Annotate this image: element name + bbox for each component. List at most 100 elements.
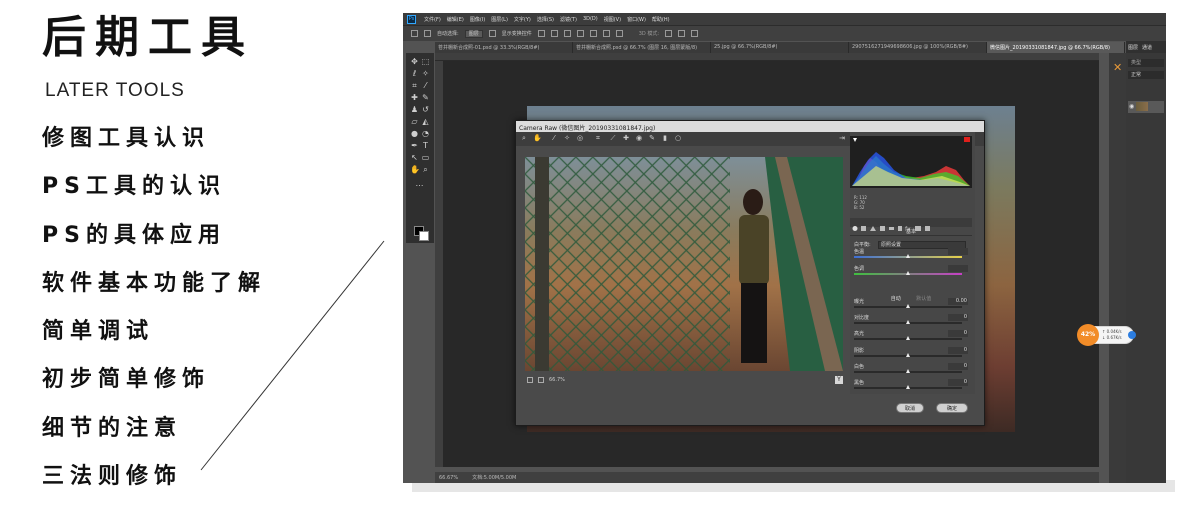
open-preferences-icon[interactable]: ⇥: [838, 134, 846, 142]
radial-filter-icon[interactable]: ○: [674, 134, 682, 142]
target-adjustment-icon[interactable]: ◎: [576, 134, 584, 142]
eyedropper-tool-icon[interactable]: ⁄: [421, 81, 430, 90]
document-tab[interactable]: 2907516271949698606.jpg @ 100%(RGB/8#): [849, 42, 987, 53]
pen-tool-icon[interactable]: ✒: [410, 141, 419, 150]
hand-tool-icon[interactable]: ✋: [410, 165, 420, 174]
slider-label: 色温: [854, 249, 865, 255]
slider-thumb[interactable]: [906, 271, 910, 275]
distribute-icon[interactable]: [615, 30, 623, 37]
menu-type[interactable]: 文字(Y): [514, 16, 531, 23]
slider-value-input[interactable]: [948, 248, 968, 255]
blend-mode-select[interactable]: 正常: [1128, 71, 1164, 79]
slider-row: 色温: [854, 248, 970, 260]
slider-thumb[interactable]: [906, 336, 910, 340]
menu-image[interactable]: 图像(I): [470, 16, 485, 23]
network-speed-widget[interactable]: 42% ↑ 0.04K/s ↓ 0.67K/s: [1077, 324, 1137, 346]
eraser-tool-icon[interactable]: ▱: [410, 117, 419, 126]
slider-value-input[interactable]: 0: [948, 314, 968, 321]
white-balance-icon[interactable]: ⁄: [550, 134, 558, 142]
slider-value-input[interactable]: 0: [948, 347, 968, 354]
color-sampler-icon[interactable]: ✧: [563, 134, 571, 142]
tools-cross-icon[interactable]: ✕: [1113, 61, 1122, 74]
menu-select[interactable]: 选择(S): [537, 16, 554, 23]
align-center-icon[interactable]: [589, 30, 597, 37]
menu-3d[interactable]: 3D(D): [583, 16, 598, 22]
zoom-level[interactable]: 66.67%: [439, 475, 458, 481]
slider-thumb[interactable]: [906, 320, 910, 324]
blur-tool-icon[interactable]: ●: [410, 129, 419, 138]
menu-window[interactable]: 窗口(W): [627, 16, 646, 23]
slider-thumb[interactable]: [906, 353, 910, 357]
menu-edit[interactable]: 编辑(E): [447, 16, 464, 23]
align-right-icon[interactable]: [602, 30, 610, 37]
dodge-tool-icon[interactable]: ◔: [421, 129, 430, 138]
before-after-toggle[interactable]: Y: [835, 376, 843, 384]
background-color-swatch[interactable]: [419, 231, 429, 241]
document-tab[interactable]: 苍井棚新合成照-01.psd @ 33.3%(RGB/8#): [435, 42, 573, 53]
slider-value-input[interactable]: 0.00: [948, 298, 968, 305]
zoom-icon[interactable]: ⌕: [520, 134, 528, 142]
document-tab-active[interactable]: 微信图片_20190331081847.jpg @ 66.7%(RGB/8): [987, 42, 1125, 53]
type-tool-icon[interactable]: T: [421, 141, 430, 150]
slider-thumb[interactable]: [906, 369, 910, 373]
paint-bucket-tool-icon[interactable]: ◭: [421, 117, 430, 126]
slider-thumb[interactable]: [906, 304, 910, 308]
lasso-tool-icon[interactable]: ℓ: [410, 69, 419, 78]
3d-pan-icon[interactable]: [691, 30, 699, 37]
shape-tool-icon[interactable]: ▭: [421, 153, 430, 162]
show-transform-checkbox[interactable]: [488, 30, 496, 37]
layer-kind-filter[interactable]: 类型: [1128, 59, 1164, 67]
align-left-icon[interactable]: [576, 30, 584, 37]
more-tools-icon[interactable]: …: [415, 179, 424, 188]
marquee-tool-icon[interactable]: ⬚: [421, 57, 430, 66]
preview-photo: [525, 157, 843, 371]
crop-tool-icon[interactable]: ⌗: [410, 81, 419, 90]
auto-select-label: 自动选择:: [437, 31, 459, 37]
auto-select-dropdown[interactable]: 图层: [464, 29, 483, 38]
menu-file[interactable]: 文件(F): [424, 16, 441, 23]
menu-filter[interactable]: 滤镜(T): [560, 16, 577, 23]
crop-icon[interactable]: ⌗: [594, 134, 602, 142]
slider-thumb[interactable]: [906, 254, 910, 258]
clone-stamp-tool-icon[interactable]: ♟: [410, 105, 419, 114]
path-selection-tool-icon[interactable]: ↖: [410, 153, 419, 162]
cancel-button[interactable]: 取消: [896, 403, 924, 413]
graduated-filter-icon[interactable]: ▮: [661, 134, 669, 142]
healing-brush-tool-icon[interactable]: ✚: [410, 93, 419, 102]
slider-value-input[interactable]: 0: [948, 330, 968, 337]
3d-rotate-icon[interactable]: [665, 30, 673, 37]
ok-button[interactable]: 确定: [936, 403, 968, 413]
move-tool-icon[interactable]: [411, 30, 418, 37]
zoom-in-button[interactable]: [538, 377, 544, 383]
document-tab[interactable]: 苍井棚新合成照.psd @ 66.7% (图层 16, 图层蒙版/8): [573, 42, 711, 53]
brush-tool-icon[interactable]: ✎: [421, 93, 430, 102]
align-middle-icon[interactable]: [550, 30, 558, 37]
zoom-value[interactable]: 66.7%: [549, 377, 565, 383]
magic-wand-tool-icon[interactable]: ✧: [421, 69, 430, 78]
eye-icon[interactable]: ◉: [1129, 103, 1134, 110]
tab-layers[interactable]: 图层: [1126, 41, 1140, 53]
menu-layer[interactable]: 图层(L): [491, 16, 508, 23]
slider-thumb[interactable]: [906, 385, 910, 389]
align-bottom-icon[interactable]: [563, 30, 571, 37]
menu-help[interactable]: 帮助(H): [652, 16, 670, 23]
3d-roll-icon[interactable]: [678, 30, 686, 37]
history-brush-tool-icon[interactable]: ↺: [421, 105, 430, 114]
adjustment-brush-icon[interactable]: ✎: [648, 134, 656, 142]
straighten-icon[interactable]: ⟋: [609, 134, 617, 142]
slider-value-input[interactable]: [948, 265, 968, 272]
spot-removal-icon[interactable]: ✚: [622, 134, 630, 142]
hand-icon[interactable]: ✋: [533, 134, 542, 142]
slider-value-input[interactable]: 0: [948, 379, 968, 386]
zoom-out-button[interactable]: [527, 377, 533, 383]
document-tab[interactable]: 25.jpg @ 66.7%(RGB/8#): [711, 42, 849, 53]
tab-channels[interactable]: 通道: [1140, 41, 1154, 53]
menu-view[interactable]: 视图(V): [604, 16, 621, 23]
zoom-tool-icon[interactable]: ⌕: [421, 165, 430, 174]
red-eye-icon[interactable]: ◉: [635, 134, 643, 142]
auto-select-checkbox[interactable]: [424, 30, 431, 37]
highlight-clipping-icon[interactable]: [964, 137, 970, 142]
move-tool-icon[interactable]: ✥: [410, 57, 419, 66]
slider-value-input[interactable]: 0: [948, 363, 968, 370]
align-top-icon[interactable]: [537, 30, 545, 37]
